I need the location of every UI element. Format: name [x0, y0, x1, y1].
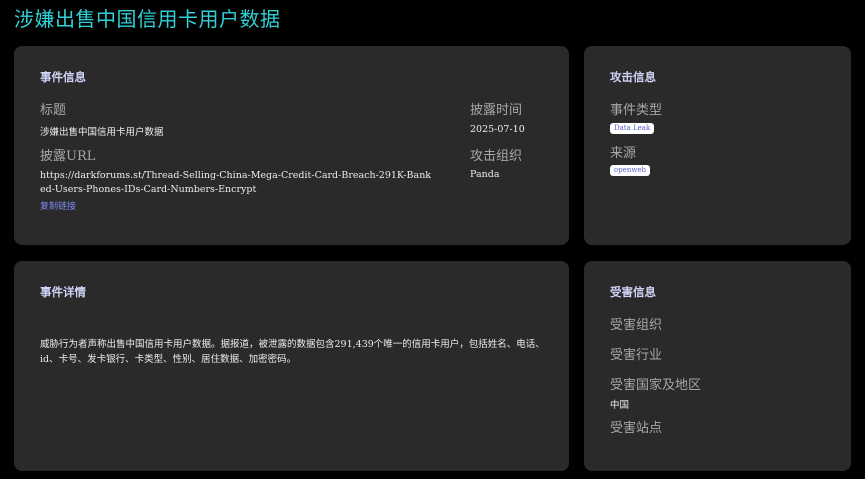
event-info-heading: 事件信息 [40, 70, 86, 84]
source-tag: openweb [610, 165, 650, 176]
victim-site-label: 受害站点 [610, 421, 663, 436]
victim-country-value: 中国 [610, 400, 630, 411]
event-type-label: 事件类型 [610, 103, 663, 118]
attack-info-heading: 攻击信息 [610, 70, 656, 84]
copy-link-button[interactable]: 复制链接 [40, 199, 76, 212]
url-value: https://darkforums.st/Thread-Selling-Chi… [40, 170, 432, 195]
url-label: 披露URL [40, 149, 96, 164]
event-type-tag: Data Leak [610, 123, 655, 134]
victim-info-card: 受害信息 受害组织 受害行业 受害国家及地区 中国 受害站点 [584, 261, 851, 471]
title-value: 涉嫌出售中国信用卡用户数据 [40, 127, 164, 138]
attack-info-card: 攻击信息 事件类型 Data Leak 来源 openweb [584, 46, 851, 245]
victim-org-label: 受害组织 [610, 318, 663, 333]
title-label: 标题 [40, 103, 67, 118]
victim-country-label: 受害国家及地区 [610, 378, 702, 393]
source-label: 来源 [610, 146, 637, 161]
disclosure-time-value: 2025-07-10 [470, 124, 525, 135]
event-detail-heading: 事件详情 [40, 285, 86, 299]
attack-org-value: Panda [470, 169, 500, 180]
event-detail-card: 事件详情 威胁行为者声称出售中国信用卡用户数据。据报道，被泄露的数据包含291,… [14, 261, 569, 471]
event-detail-text: 威胁行为者声称出售中国信用卡用户数据。据报道，被泄露的数据包含291,439个唯… [40, 339, 545, 365]
victim-info-heading: 受害信息 [610, 285, 656, 299]
attack-org-label: 攻击组织 [470, 149, 523, 164]
page-title: 涉嫌出售中国信用卡用户数据 [14, 7, 281, 31]
event-info-card: 事件信息 标题 涉嫌出售中国信用卡用户数据 披露时间 2025-07-10 披露… [14, 46, 569, 245]
victim-industry-label: 受害行业 [610, 348, 663, 363]
disclosure-time-label: 披露时间 [470, 103, 523, 118]
